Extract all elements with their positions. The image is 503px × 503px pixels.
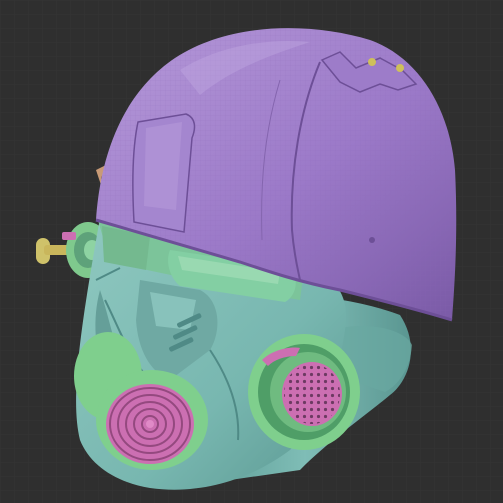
crest-stud-2 [396,64,404,72]
crest-stud-1 [368,58,376,66]
helmet-render [0,0,503,503]
filter-right [248,334,360,450]
viewport [0,0,503,503]
